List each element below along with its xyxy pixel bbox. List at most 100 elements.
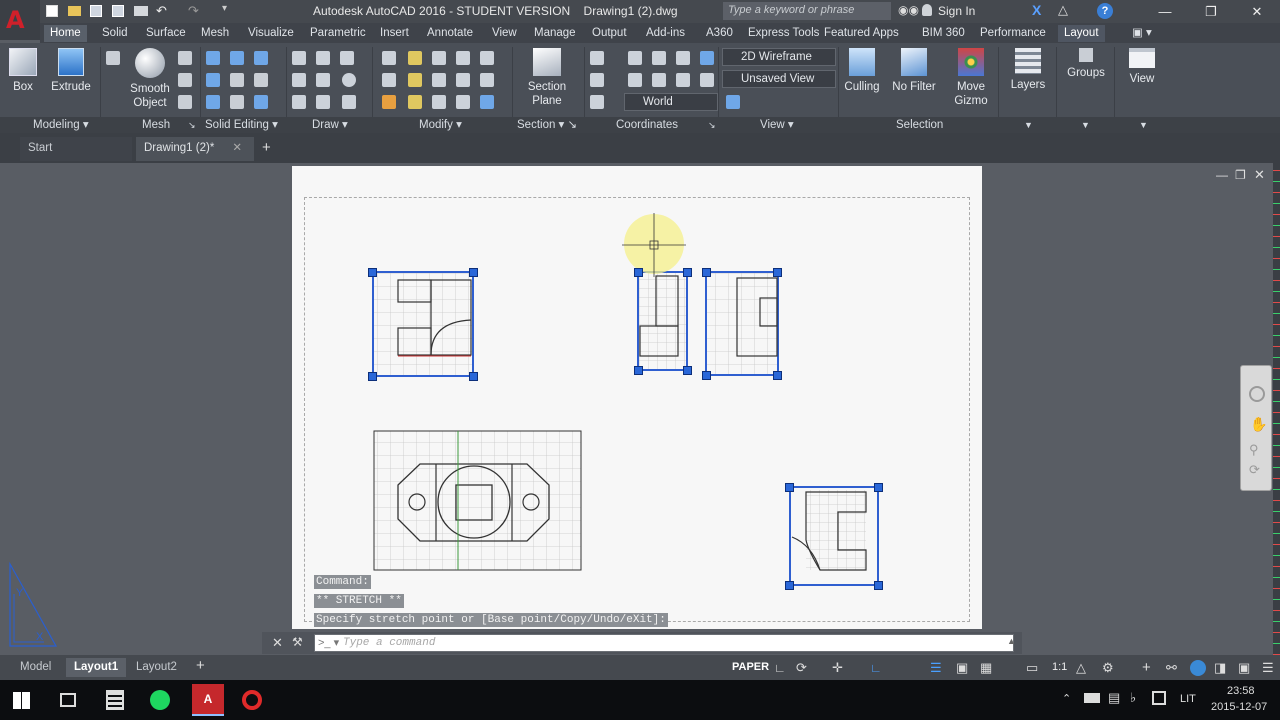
minimize-button[interactable]: — <box>1142 0 1188 23</box>
ucs-dropdown[interactable]: World <box>624 93 718 111</box>
orbit-icon[interactable]: ⟳ <box>1249 462 1260 478</box>
ortho-icon[interactable]: ∟ <box>870 661 884 675</box>
ucs-z-icon[interactable] <box>652 73 666 87</box>
viewport-config-icon[interactable] <box>726 95 740 109</box>
ucs-view-icon[interactable] <box>676 51 690 65</box>
grid-snap-icon[interactable]: ∟ <box>774 661 788 675</box>
array-icon[interactable] <box>432 95 446 109</box>
intersect-icon[interactable] <box>206 73 220 87</box>
tab-add-ins[interactable]: Add-ins <box>640 25 691 42</box>
panel-view2-dropdown-icon[interactable]: ▼ <box>1139 117 1148 133</box>
grip-handle[interactable] <box>683 366 692 375</box>
ucs-3point-icon[interactable] <box>676 73 690 87</box>
osnap-icon[interactable]: ✛ <box>832 660 846 675</box>
panel-mesh[interactable]: Mesh <box>142 117 170 133</box>
tab-home[interactable]: Home <box>44 25 87 42</box>
opera-icon[interactable] <box>242 690 262 710</box>
scale-icon[interactable] <box>456 51 470 65</box>
viewport-side-right[interactable] <box>705 271 779 376</box>
ucs-object-icon[interactable] <box>700 73 714 87</box>
tab-surface[interactable]: Surface <box>140 25 192 42</box>
align-icon[interactable] <box>408 95 422 109</box>
tab-output[interactable]: Output <box>586 25 633 42</box>
move-gizmo-button[interactable]: Move Gizmo <box>948 48 994 108</box>
drawing-canvas[interactable] <box>292 166 982 629</box>
mesh-tool-icon[interactable] <box>178 95 192 109</box>
polyline-icon[interactable] <box>316 51 330 65</box>
command-prompt-icon[interactable]: >_ ▾ <box>318 636 339 649</box>
panel-layers-dropdown-icon[interactable]: ▼ <box>1024 117 1033 133</box>
solid-tool-icon[interactable] <box>106 51 120 65</box>
viewport-side-left[interactable] <box>637 271 688 371</box>
viewport-restore-icon[interactable]: ❐ <box>1235 168 1246 182</box>
tab-view[interactable]: View <box>486 25 523 42</box>
ucs-origin-icon[interactable] <box>628 51 642 65</box>
volume-icon[interactable]: ♭ <box>1130 690 1136 706</box>
rotate-icon[interactable] <box>432 51 446 65</box>
search-input[interactable]: Type a keyword or phrase <box>728 4 854 16</box>
selection-cycling-icon[interactable]: ▦ <box>980 660 994 675</box>
copy-icon[interactable] <box>408 73 422 87</box>
grip-handle[interactable] <box>634 268 643 277</box>
calculator-icon[interactable] <box>106 690 124 710</box>
offset-icon[interactable] <box>382 73 396 87</box>
tab-layout2[interactable]: Layout2 <box>128 658 185 677</box>
grip-handle[interactable] <box>773 268 782 277</box>
a360-icon[interactable]: △ <box>1058 2 1068 18</box>
view-button[interactable]: View <box>1120 48 1164 86</box>
named-view-dropdown[interactable]: Unsaved View <box>722 70 836 88</box>
tab-a360[interactable]: A360 <box>700 25 739 42</box>
grip-handle[interactable] <box>368 372 377 381</box>
qat-dropdown-icon[interactable]: ▾ <box>222 3 227 14</box>
sign-in-link[interactable]: Sign In <box>938 4 975 18</box>
ucs-x-icon[interactable] <box>652 51 666 65</box>
groups-button[interactable]: Groups <box>1060 48 1112 80</box>
save-icon[interactable] <box>90 5 102 17</box>
layers-button[interactable]: Layers <box>1004 48 1052 92</box>
network-icon[interactable]: ▤ <box>1108 690 1120 706</box>
command-input[interactable]: >_ ▾ Type a command ▲ <box>314 634 1016 652</box>
maximize-button[interactable]: ❐ <box>1188 0 1234 23</box>
interfere-icon[interactable] <box>230 73 244 87</box>
windows-start-icon[interactable] <box>13 692 30 709</box>
clock-date[interactable]: 2015-12-07 <box>1211 701 1267 713</box>
tab-visualize[interactable]: Visualize <box>242 25 300 42</box>
grip-handle[interactable] <box>874 581 883 590</box>
tab-insert[interactable]: Insert <box>374 25 415 42</box>
annotation-scale-icon[interactable]: ▭ <box>1026 660 1040 675</box>
tab-model[interactable]: Model <box>12 658 59 677</box>
ucs-world-icon[interactable] <box>590 73 604 87</box>
close-button[interactable]: ✕ <box>1234 0 1280 23</box>
smooth-object-button[interactable]: Smooth Object <box>126 48 174 110</box>
tab-layout[interactable]: Layout <box>1058 25 1105 42</box>
explode-icon[interactable] <box>456 95 470 109</box>
customization-icon[interactable]: ☰ <box>1262 660 1276 675</box>
annotation-scale-value[interactable]: 1:1 <box>1052 661 1067 673</box>
grip-handle[interactable] <box>634 366 643 375</box>
panel-coordinates[interactable]: Coordinates <box>616 117 678 133</box>
panel-modify[interactable]: Modify ▾ <box>419 117 462 133</box>
viewport-minimize-icon[interactable]: — <box>1216 168 1228 182</box>
spline-icon[interactable] <box>292 73 306 87</box>
command-history-toggle-icon[interactable]: ▲ <box>1007 636 1016 646</box>
tray-chevron-icon[interactable]: ⌃ <box>1062 692 1071 705</box>
fullscreen-icon[interactable]: ▣ <box>1238 660 1252 675</box>
exchange-icon[interactable]: X <box>1032 2 1041 18</box>
isolate-icon[interactable]: ⚯ <box>1166 660 1180 675</box>
move-icon[interactable] <box>408 51 422 65</box>
tab-mesh[interactable]: Mesh <box>195 25 235 42</box>
tab-performance[interactable]: Performance <box>974 25 1052 42</box>
polar-icon[interactable]: ⟳ <box>796 660 810 675</box>
tab-annotate[interactable]: Annotate <box>421 25 479 42</box>
ucs-named-icon[interactable] <box>590 95 604 109</box>
erase-icon[interactable] <box>456 73 470 87</box>
pan-icon[interactable]: ✋ <box>1250 416 1267 433</box>
rectangle-icon[interactable] <box>316 95 330 109</box>
shell-icon[interactable] <box>206 95 220 109</box>
new-tab-icon[interactable]: + <box>262 139 271 156</box>
add-layout-icon[interactable]: + <box>196 657 205 674</box>
panel-draw[interactable]: Draw ▾ <box>312 117 348 133</box>
culling-button[interactable]: Culling <box>840 48 884 94</box>
section-plane-button[interactable]: Section Plane <box>524 48 570 108</box>
grip-handle[interactable] <box>702 371 711 380</box>
